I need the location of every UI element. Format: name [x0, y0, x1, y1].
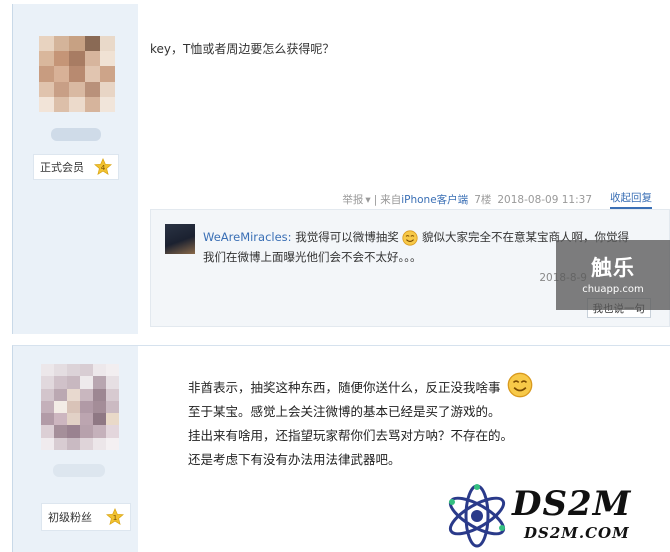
post-line-1: 非酋表示，抽奖这种东西，随便你送什么，反正没我啥事 [188, 372, 533, 400]
watermark-logo: 触乐 [591, 256, 635, 280]
level-star-icon: 1 [106, 508, 124, 525]
ds2m-url: DS2M.COM [524, 524, 630, 542]
user-rank-badge: 正式会员 4 [33, 154, 119, 180]
avatar-mosaic [39, 36, 115, 112]
post-line-2: 至于某宝。感觉上会关注微博的基本已经是买了游戏的。 [188, 404, 501, 419]
avatar[interactable] [39, 36, 115, 112]
post-line-3: 挂出来有啥用，还指望玩家帮你们去骂对方呐？不存在的。 [188, 428, 514, 443]
svg-text:1: 1 [113, 513, 118, 522]
user-sidebar: 正式会员 4 [13, 4, 138, 334]
post-text: key，T恤或者周边要怎么获得呢？ [150, 42, 335, 56]
report-link[interactable]: 举报 [342, 192, 363, 207]
source-prefix: 来自 [380, 194, 402, 206]
post-meta: 举报 ▾ | 来自 iPhone客户端 7楼 2018-08-09 11:37 … [342, 190, 652, 209]
collapse-reply-button[interactable]: 收起回复 [610, 190, 652, 209]
floor-number: 7楼 [474, 194, 492, 206]
ds2m-logo: DS2M DS2M.COM [432, 480, 670, 552]
grin-emoji-icon [507, 372, 532, 397]
avatar-mosaic [41, 364, 119, 450]
user-sidebar: 初级粉丝 1 [13, 346, 138, 552]
svg-text:4: 4 [101, 163, 106, 172]
subreply-username[interactable]: WeAreMiracles: [203, 230, 292, 244]
watermark-url: chuapp.com [582, 284, 644, 295]
avatar[interactable] [41, 364, 119, 450]
rank-label: 正式会员 [40, 161, 84, 174]
subreply-avatar[interactable] [165, 224, 195, 254]
post-datetime: 2018-08-09 11:37 [497, 193, 592, 206]
post-line-4: 还是考虑下有没有办法用法律武器吧。 [188, 452, 401, 467]
username-blurred[interactable] [53, 464, 105, 477]
subreply-text-part1: 我觉得可以微博抽奖 [295, 230, 399, 244]
level-star-icon: 4 [94, 158, 112, 175]
user-rank-badge: 初级粉丝 1 [41, 503, 131, 531]
ds2m-wordmark: DS2M [512, 484, 632, 524]
atom-logo-icon [448, 484, 506, 548]
chuapp-watermark: 触乐 chuapp.com [556, 240, 670, 310]
username-blurred[interactable] [51, 128, 101, 141]
client-link[interactable]: iPhone客户端 [401, 192, 468, 207]
dropdown-arrow-icon[interactable]: ▾ [365, 194, 370, 206]
post-text: 非酋表示，抽奖这种东西，随便你送什么，反正没我啥事 至于某宝。感觉上会关注微博的… [188, 372, 533, 472]
smiley-emoji-icon [402, 229, 418, 246]
meta-divider: | [373, 193, 378, 206]
rank-label: 初级粉丝 [48, 511, 92, 524]
